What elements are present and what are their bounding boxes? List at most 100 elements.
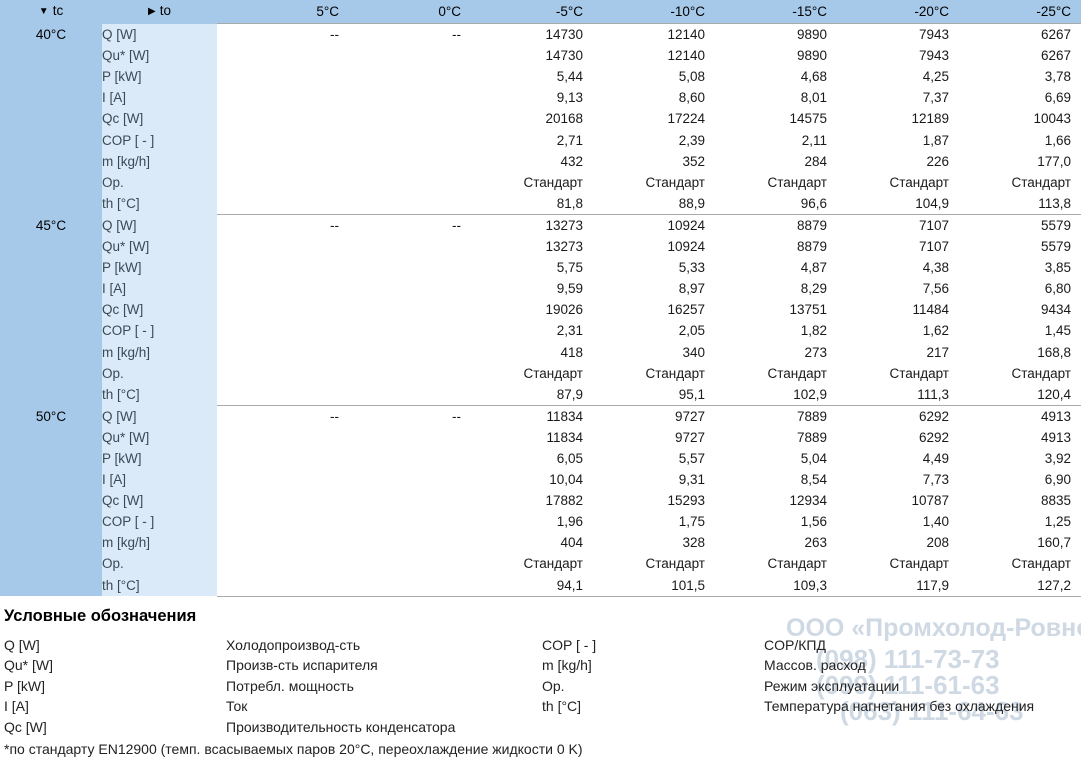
data-cell <box>339 87 461 109</box>
condensing-temp-spacer <box>0 447 102 470</box>
data-cell: 7107 <box>827 213 949 237</box>
data-cell: 1,75 <box>583 511 705 533</box>
data-cell: 3,28 <box>1071 66 1081 88</box>
data-cell <box>339 236 461 258</box>
data-cell: 9890 <box>705 45 827 67</box>
data-cell: 113,8 <box>949 192 1071 215</box>
data-cell: Стандарт <box>583 171 705 193</box>
data-cell: 9727 <box>583 426 705 448</box>
data-cell: 13273 <box>461 236 583 258</box>
data-cell: 6,07 <box>1071 469 1081 491</box>
condensing-temp-spacer <box>0 66 102 88</box>
data-cell: 1,12 <box>1071 511 1081 533</box>
table-body: 40°CQ [W]----14730121409890794362674832Q… <box>0 23 1081 597</box>
data-cell: 404 <box>461 532 583 554</box>
data-cell: 17224 <box>583 108 705 130</box>
data-cell: 9890 <box>705 23 827 46</box>
data-cell <box>217 553 339 575</box>
data-cell: -- <box>217 213 339 237</box>
data-cell: Стандарт <box>949 553 1071 575</box>
data-cell: 8,54 <box>705 469 827 491</box>
data-cell: 101,5 <box>583 574 705 597</box>
data-cell: 14730 <box>461 45 583 67</box>
condensing-temp-spacer <box>0 574 102 597</box>
data-cell: 7,56 <box>827 278 949 300</box>
legend-description: Производительность конденсатора <box>226 718 456 735</box>
legend-row: P [kW] Потребл. мощность Op. Режим эксплуат… <box>4 676 1081 697</box>
data-cell: 5579 <box>949 236 1071 258</box>
legend-symbol: Q [W] <box>4 636 40 653</box>
data-cell <box>339 66 461 88</box>
data-cell: 226 <box>827 150 949 172</box>
legend-symbol: m [kg/h] <box>542 657 592 674</box>
data-cell: -- <box>339 23 461 46</box>
condensing-temp-spacer <box>0 171 102 193</box>
parameter-label: m [kg/h] <box>102 341 217 363</box>
data-cell: 12189 <box>827 108 949 130</box>
data-cell <box>339 553 461 575</box>
data-cell: 14730 <box>461 23 583 46</box>
data-cell: 10924 <box>583 213 705 237</box>
parameter-label: th [°C] <box>102 383 217 406</box>
table-row: P [kW] 5,445,084,684,253,783,28 <box>0 66 1081 88</box>
condensing-temp-spacer <box>0 532 102 554</box>
data-cell: 8835 <box>949 490 1071 512</box>
parameter-label: Q [W] <box>102 405 217 427</box>
data-cell: 6,69 <box>949 87 1071 109</box>
data-cell <box>339 490 461 512</box>
data-cell: 2,31 <box>461 320 583 342</box>
data-cell <box>217 511 339 533</box>
parameter-label: Op. <box>102 553 217 575</box>
parameter-label: COP [ - ] <box>102 129 217 151</box>
data-cell: 15293 <box>583 490 705 512</box>
data-cell: Стандарт <box>461 171 583 193</box>
data-cell: Стандарт <box>827 362 949 384</box>
data-cell <box>217 236 339 258</box>
table-row: 45°CQ [W]----13273109248879710755794269 <box>0 213 1081 237</box>
legend-row: Q [W] Холодопроизвод-сть COP [ - ] COP/КПД <box>4 635 1081 656</box>
legend-symbol: Qc [W] <box>4 718 47 735</box>
data-cell: 352 <box>583 150 705 172</box>
data-cell: 6,00 <box>1071 87 1081 109</box>
condensing-temp-spacer <box>0 553 102 575</box>
parameter-label: P [kW] <box>102 66 217 88</box>
data-cell: 418 <box>461 341 583 363</box>
data-cell: 19026 <box>461 299 583 321</box>
header-to-label: to <box>159 3 171 18</box>
table-row: Op. Стандарт Стандарт Стандарт Стандарт Станд… <box>0 362 1081 384</box>
data-cell: 13751 <box>705 299 827 321</box>
data-cell: 1,25 <box>949 511 1071 533</box>
data-cell <box>339 171 461 193</box>
data-cell: 3,78 <box>949 66 1071 88</box>
table-row: I [A] 9,138,608,017,376,696,00 <box>0 87 1081 109</box>
data-cell: 2,05 <box>583 320 705 342</box>
data-cell: 4,25 <box>827 66 949 88</box>
header-temp-column: -20°C <box>914 4 949 19</box>
parameter-label: th [°C] <box>102 574 217 597</box>
data-cell: 8879 <box>705 236 827 258</box>
data-cell: 14575 <box>705 108 827 130</box>
data-cell: Стандарт <box>1071 362 1081 384</box>
data-cell <box>339 362 461 384</box>
data-cell: 8879 <box>705 213 827 237</box>
condensing-temp-spacer <box>0 299 102 321</box>
data-cell: 4832 <box>1071 23 1081 46</box>
data-cell: 2,71 <box>461 129 583 151</box>
parameter-label: P [kW] <box>102 257 217 279</box>
header-temp-column: 5°C <box>316 4 339 19</box>
data-cell: 6292 <box>827 404 949 427</box>
table-row: 50°CQ [W]----1183497277889629249133728 <box>0 404 1081 427</box>
table-row: P [kW] 6,055,575,044,493,923,34 <box>0 447 1081 470</box>
data-cell: 4,49 <box>827 447 949 470</box>
data-cell: 7943 <box>827 23 949 46</box>
data-cell: 16257 <box>583 299 705 321</box>
table-row: I [A] 9,598,978,297,566,806,04 <box>0 278 1081 300</box>
data-cell: Стандарт <box>583 362 705 384</box>
data-cell <box>339 278 461 300</box>
data-cell: 12140 <box>583 23 705 46</box>
legend-grid: Q [W] Холодопроизвод-сть COP [ - ] COP/КПД Q… <box>4 635 1081 738</box>
data-cell <box>217 129 339 151</box>
header-temp-column: -15°C <box>792 4 827 19</box>
data-cell: 6,04 <box>1071 278 1081 300</box>
data-cell <box>339 469 461 491</box>
